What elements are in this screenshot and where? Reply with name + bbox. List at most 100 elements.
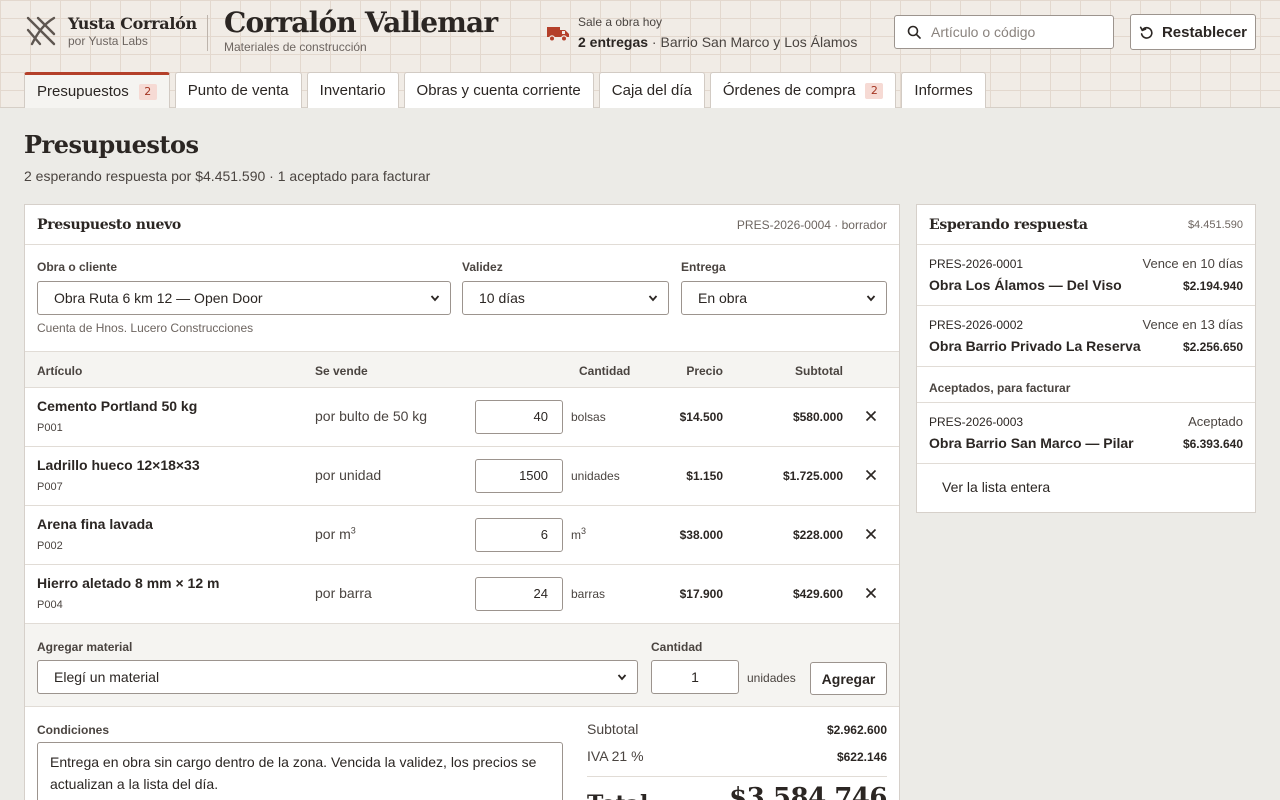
totals-divider (587, 776, 887, 777)
panel-title: Esperando respuesta (929, 216, 1088, 233)
delivery-select[interactable]: En obra (681, 281, 887, 315)
quantity-input[interactable]: 1500 (475, 459, 563, 493)
col-item: Artículo (37, 364, 83, 378)
page-subtitle: 2 esperando respuesta por $4.451.590 · 1… (24, 168, 431, 184)
client-value: Obra Ruta 6 km 12 — Open Door (54, 290, 263, 306)
item-code: P007 (37, 481, 63, 493)
total-label: Total (587, 791, 648, 800)
col-price: Precio (686, 364, 723, 378)
delivery-summary[interactable]: Sale a obra hoy 2 entregas · Barrio San … (546, 14, 857, 52)
item-name: Hierro aletado 8 mm × 12 m (37, 575, 220, 591)
conditions-label: Condiciones (37, 723, 110, 737)
brand-logo-icon (26, 16, 56, 46)
tab-presupuestos[interactable]: Presupuestos 2 (24, 72, 170, 108)
quantity-input[interactable]: 6 (475, 518, 563, 552)
unit-text: m (571, 528, 581, 542)
tab-informes[interactable]: Informes (901, 72, 986, 108)
list-item[interactable]: PRES-2026-0002 Vence en 13 días Obra Bar… (917, 306, 1255, 367)
quote-amount: $2.256.650 (1182, 340, 1243, 354)
tab-label: Informes (914, 82, 973, 99)
tab-caja[interactable]: Caja del día (598, 72, 705, 108)
list-item[interactable]: PRES-2026-0003 Aceptado Obra Barrio San … (917, 403, 1255, 464)
search-icon (907, 25, 921, 39)
item-unit: unidades (571, 469, 620, 483)
reset-label: Restablecer (1161, 23, 1248, 41)
validity-label: Validez (462, 260, 503, 274)
tab-obras[interactable]: Obras y cuenta corriente (403, 72, 594, 108)
add-material-label: Agregar material (37, 640, 133, 654)
validity-value: 10 días (479, 290, 525, 306)
delivery-places: · Barrio San Marco y Los Álamos (648, 34, 858, 50)
remove-icon[interactable] (865, 469, 877, 481)
items-table-header: Artículo Se vende Cantidad Precio Subtot… (25, 351, 899, 388)
tab-label: Inventario (319, 82, 386, 99)
delivery-value: En obra (698, 290, 748, 306)
client-select[interactable]: Obra Ruta 6 km 12 — Open Door (37, 281, 451, 315)
list-item[interactable]: PRES-2026-0001 Vence en 10 días Obra Los… (917, 245, 1255, 306)
item-name: Arena fina lavada (37, 516, 153, 532)
client-hint: Cuenta de Hnos. Lucero Construcciones (37, 321, 254, 335)
quote-amount: $6.393.640 (1182, 437, 1243, 451)
quote-amount: $2.194.940 (1182, 279, 1243, 293)
add-button[interactable]: Agregar (810, 662, 887, 695)
validity-select[interactable]: 10 días (462, 281, 669, 315)
item-price: $14.500 (679, 410, 723, 424)
chevron-down-icon (617, 674, 627, 681)
accepted-section-label: Aceptados, para facturar (917, 367, 1255, 403)
quote-id: PRES-2026-0001 (929, 257, 1024, 271)
panel-header: Esperando respuesta $4.451.590 (917, 205, 1255, 245)
quote-id: PRES-2026-0002 (929, 318, 1024, 332)
quantity-input[interactable]: 40 (475, 400, 563, 434)
quote-name: Obra Barrio Privado La Reserva (929, 338, 1141, 354)
remove-icon[interactable] (865, 410, 877, 422)
remove-icon[interactable] (865, 587, 877, 599)
brand[interactable]: Yusta Corralón por Yusta Labs (24, 14, 197, 48)
quote-status: Aceptado (1188, 414, 1243, 429)
store-subtitle: Materiales de construcción (224, 40, 367, 54)
search-box[interactable] (894, 15, 1114, 49)
material-select-value: Elegí un material (54, 669, 160, 685)
search-input[interactable] (931, 24, 1101, 40)
quantity-input[interactable]: 24 (475, 577, 563, 611)
delivery-label: Entrega (681, 260, 726, 274)
item-code: P002 (37, 540, 63, 552)
see-all-link[interactable]: Ver la lista entera (942, 479, 1050, 495)
chevron-down-icon (866, 295, 876, 302)
remove-icon[interactable] (865, 528, 877, 540)
delivery-count: 2 entregas (578, 34, 649, 50)
tab-inventario[interactable]: Inventario (306, 72, 399, 108)
client-label: Obra o cliente (37, 260, 118, 274)
tab-label: Obras y cuenta corriente (416, 82, 581, 99)
item-subtotal: $228.000 (792, 528, 843, 542)
table-row: Hierro aletado 8 mm × 12 m P004 por barr… (25, 565, 899, 624)
conditions-textarea[interactable]: Entrega en obra sin cargo dentro de la z… (37, 742, 563, 800)
tab-label: Punto de venta (187, 82, 289, 99)
subtotal-label: Subtotal (587, 721, 639, 737)
tab-punto-de-venta[interactable]: Punto de venta (174, 72, 302, 108)
add-quantity-input[interactable]: 1 (651, 660, 739, 694)
pending-total: $4.451.590 (1187, 218, 1243, 231)
panel-title: Presupuesto nuevo (37, 216, 181, 233)
tab-badge: 2 (138, 83, 157, 100)
page-title: Presupuestos (24, 130, 199, 159)
brand-name: Yusta Corralón (68, 14, 197, 33)
main-tabs: Presupuestos 2 Punto de venta Inventario… (24, 72, 991, 108)
truck-icon (547, 27, 569, 42)
material-select[interactable]: Elegí un material (37, 660, 638, 694)
add-unit: unidades (747, 671, 796, 685)
delivery-detail: 2 entregas · Barrio San Marco y Los Álam… (578, 32, 857, 52)
panel-header: Presupuesto nuevo PRES-2026-0004 · borra… (25, 205, 899, 245)
item-price: $38.000 (679, 528, 723, 542)
quote-id: PRES-2026-0003 (929, 415, 1024, 429)
col-subtotal: Subtotal (795, 364, 843, 378)
reset-button[interactable]: Restablecer (1130, 14, 1256, 50)
tab-ordenes-compra[interactable]: Órdenes de compra 2 (709, 72, 897, 108)
total-value: $3.584.746 (729, 783, 887, 800)
table-row: Ladrillo hueco 12×18×33 P007 por unidad … (25, 447, 899, 506)
quote-id: PRES-2026-0004 · borrador (736, 217, 887, 232)
sold-by-superscript: 3 (350, 525, 356, 536)
item-sold-by: por unidad (315, 467, 382, 483)
col-qty: Cantidad (579, 364, 631, 378)
item-subtotal: $429.600 (792, 587, 843, 601)
col-sold: Se vende (315, 364, 368, 378)
